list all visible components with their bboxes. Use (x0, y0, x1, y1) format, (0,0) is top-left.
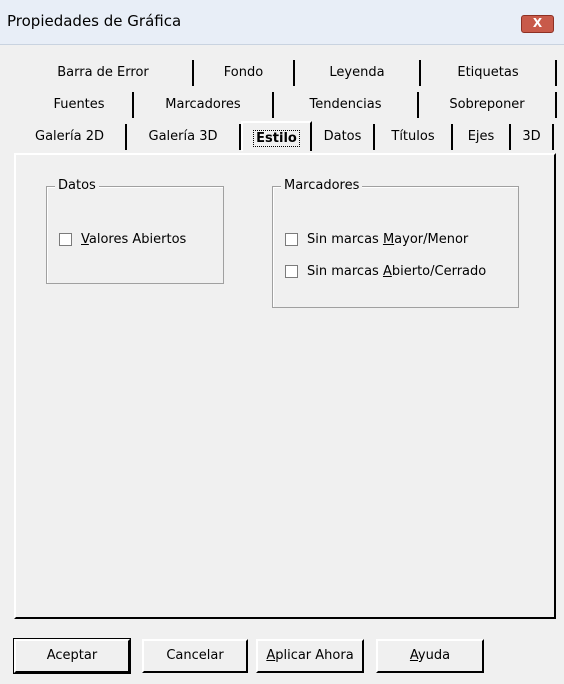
abierto-cerrado-text: bierto/Cerrado (391, 264, 487, 279)
valores-abiertos-text: alores Abiertos (88, 232, 187, 247)
tab-panel-estilo: Datos Valores Abiertos Marcadores Sin ma… (14, 153, 556, 619)
tab-3d[interactable]: 3D (511, 124, 554, 150)
marcadores-group-legend: Marcadores (281, 178, 363, 193)
valores-abiertos-label: Valores Abiertos (81, 231, 186, 249)
datos-groupbox: Datos Valores Abiertos (46, 178, 224, 284)
mayor-menor-label: Sin marcas Mayor/Menor (307, 231, 468, 249)
accept-button[interactable]: Aceptar (13, 638, 131, 674)
tab-galeria-3d[interactable]: Galería 3D (127, 124, 241, 150)
tab-datos[interactable]: Datos (312, 124, 375, 150)
apply-now-button[interactable]: Aplicar Ahora (256, 639, 364, 673)
apply-now-accesskey: A (266, 648, 276, 663)
abierto-cerrado-label: Sin marcas Abierto/Cerrado (307, 263, 486, 281)
valores-abiertos-accesskey: V (81, 232, 89, 247)
help-button[interactable]: Ayuda (376, 639, 484, 673)
tab-ejes[interactable]: Ejes (453, 124, 511, 150)
tab-etiquetas[interactable]: Etiquetas (421, 60, 557, 86)
properties-dialog: Propiedades de Gráfica X Barra de Error … (0, 0, 564, 684)
valores-abiertos-checkbox[interactable] (59, 233, 72, 246)
abierto-cerrado-accesskey: A (382, 264, 392, 279)
help-text: yuda (417, 648, 451, 663)
datos-group-legend: Datos (55, 178, 99, 193)
window-title: Propiedades de Gráfica (7, 12, 182, 30)
abierto-cerrado-checkbox[interactable] (285, 265, 298, 278)
tab-leyenda[interactable]: Leyenda (295, 60, 421, 86)
marcadores-groupbox: Marcadores Sin marcas Mayor/Menor Sin ma… (272, 178, 519, 308)
help-accesskey: A (409, 648, 418, 663)
close-icon: X (532, 16, 543, 30)
tab-fuentes[interactable]: Fuentes (26, 92, 134, 118)
tab-fondo[interactable]: Fondo (194, 60, 295, 86)
abierto-cerrado-prefix: Sin marcas (307, 264, 383, 279)
title-bar[interactable]: Propiedades de Gráfica X (0, 0, 564, 45)
tab-sobreponer[interactable]: Sobreponer (419, 92, 557, 118)
cancel-button[interactable]: Cancelar (142, 639, 248, 673)
mayor-menor-text: ayor/Menor (394, 232, 469, 247)
tab-marcadores[interactable]: Marcadores (134, 92, 274, 118)
mayor-menor-checkbox[interactable] (285, 233, 298, 246)
tab-barra-de-error[interactable]: Barra de Error (14, 60, 194, 86)
tab-estilo-label: Estilo (253, 130, 300, 147)
tab-estilo[interactable]: Estilo (241, 121, 312, 151)
close-button[interactable]: X (521, 15, 554, 33)
tab-galeria-2d[interactable]: Galería 2D (14, 124, 127, 150)
apply-now-text: plicar Ahora (275, 648, 354, 663)
mayor-menor-accesskey: M (382, 232, 395, 247)
mayor-menor-prefix: Sin marcas (307, 232, 383, 247)
tab-tendencias[interactable]: Tendencias (274, 92, 419, 118)
tab-titulos[interactable]: Títulos (375, 124, 453, 150)
